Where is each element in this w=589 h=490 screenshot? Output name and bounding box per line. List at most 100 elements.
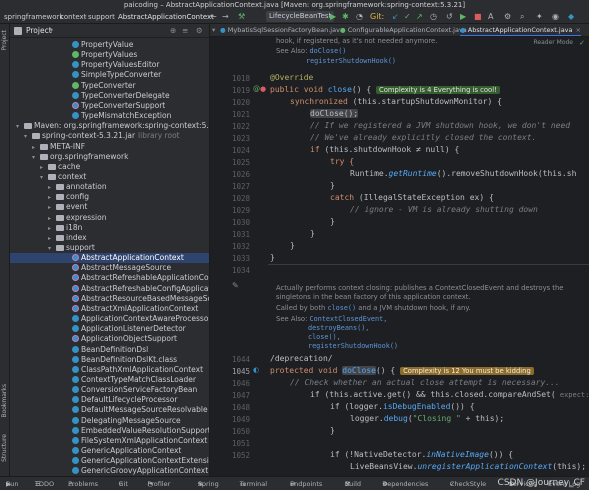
tree-item[interactable]: TypeConverterDelegate: [10, 91, 209, 101]
tree-item[interactable]: DefaultLifecycleProcessor: [10, 395, 209, 405]
tree-item[interactable]: ▸ expression: [10, 213, 209, 223]
tree-item[interactable]: ▸ annotation: [10, 182, 209, 192]
tree-item[interactable]: ▸ META-INF: [10, 142, 209, 152]
git-push-icon[interactable]: ↗: [416, 10, 423, 23]
tree-item[interactable]: AbstractRefreshableConfigApplicationCont…: [10, 284, 209, 294]
tree-item[interactable]: EmbeddedValueResolutionSupport: [10, 426, 209, 436]
code-editor[interactable]: hook, if registered, as it's not needed …: [268, 37, 589, 476]
doc-link[interactable]: ContextClosedEvent,: [310, 315, 388, 323]
tree-item[interactable]: ApplicationListenerDetector: [10, 324, 209, 334]
tab-overflow-icon[interactable]: ▾: [212, 24, 215, 36]
tree-item[interactable]: ApplicationContextAwareProcessor: [10, 314, 209, 324]
git-label-icon[interactable]: Git:: [370, 10, 384, 23]
doc-link[interactable]: registerShutdownHook(): [306, 57, 396, 66]
ide-logo-icon[interactable]: ◆: [568, 10, 574, 23]
tree-item[interactable]: ConversionServiceFactoryBean: [10, 385, 209, 395]
breakpoint-icon[interactable]: ●: [260, 85, 266, 93]
translate-icon[interactable]: A: [488, 10, 493, 23]
target-icon[interactable]: ⊕: [170, 24, 176, 38]
tree-item[interactable]: TypeMismatchException: [10, 111, 209, 121]
tree-item[interactable]: ▾ Maven: org.springframework:spring-conte…: [10, 121, 209, 131]
tree-item[interactable]: ▾ spring-context-5.3.21.jar library root: [10, 131, 209, 141]
breadcrumb-0[interactable]: springframework: [4, 10, 64, 23]
settings-icon[interactable]: ⚙: [504, 10, 511, 23]
project-tool-tab[interactable]: Project: [1, 30, 8, 51]
collapse-icon[interactable]: ≡: [182, 24, 188, 38]
line-number: 1031: [231, 230, 250, 239]
tree-item[interactable]: PropertyValues: [10, 50, 209, 60]
tab-abstract-app-context[interactable]: ● AbstractApplicationContext.java ×: [460, 24, 581, 36]
close-icon[interactable]: ×: [576, 26, 581, 34]
search-icon[interactable]: ⌕: [520, 10, 524, 23]
tree-item[interactable]: PropertyValuesEditor: [10, 60, 209, 70]
implementation-marker-icon[interactable]: ◐: [253, 366, 259, 374]
back-icon[interactable]: ←: [210, 10, 217, 23]
reader-mode-toggle[interactable]: Reader Mode: [534, 39, 574, 46]
tree-item[interactable]: DefaultMessageSourceResolvable: [10, 405, 209, 415]
rollback-icon[interactable]: ↺: [446, 10, 453, 23]
tree-item[interactable]: TypeConverter: [10, 81, 209, 91]
tree-item[interactable]: ContextTypeMatchClassLoader: [10, 375, 209, 385]
git-commit-icon[interactable]: ✓: [404, 10, 411, 23]
debug-icon[interactable]: ✱: [342, 10, 349, 23]
tree-item[interactable]: ▾ support: [10, 243, 209, 253]
override-marker-icon[interactable]: @: [253, 85, 260, 93]
tree-item[interactable]: GenericApplicationContext: [10, 446, 209, 456]
tree-item[interactable]: AbstractApplicationContext: [10, 253, 209, 264]
folder-icon: [56, 194, 64, 201]
tab-configurable[interactable]: ● ConfigurableApplicationContext.java: [340, 24, 467, 36]
gear-icon[interactable]: ⚙: [196, 24, 203, 38]
project-panel-title[interactable]: Project: [26, 24, 52, 38]
doc-link[interactable]: close(): [327, 304, 356, 312]
doc-link[interactable]: close(),: [308, 333, 341, 342]
class-icon: [72, 436, 79, 444]
bookmarks-tool-tab[interactable]: Bookmarks: [1, 384, 8, 418]
breadcrumb-1[interactable]: context: [60, 10, 86, 23]
tree-item[interactable]: ▾ context: [10, 172, 209, 182]
tree-item[interactable]: ▸ config: [10, 192, 209, 202]
tree-item[interactable]: ▸ index: [10, 233, 209, 243]
tree-item[interactable]: SimpleTypeConverter: [10, 70, 209, 80]
tree-item[interactable]: ▾ org.springframework: [10, 152, 209, 162]
history-icon[interactable]: ◷: [430, 10, 437, 23]
code-line-1048: if (logger.isDebugEnabled()) {: [330, 402, 475, 411]
run-icon[interactable]: ▶: [330, 10, 336, 23]
code-line-1030: }: [330, 217, 335, 226]
run-config-select[interactable]: LifecycleBeanTest: [266, 11, 335, 22]
tree-item[interactable]: FileSystemXmlApplicationContext: [10, 436, 209, 446]
edit-doc-icon[interactable]: ✎: [232, 281, 239, 290]
tree-item[interactable]: ▸ cache: [10, 162, 209, 172]
doc-link[interactable]: doClose(): [310, 47, 347, 55]
tab-mybatis[interactable]: ● MybatisSqlSessionFactoryBean.java: [220, 24, 344, 36]
tree-item[interactable]: GenericGroovyApplicationContext: [10, 466, 209, 476]
breadcrumb-3[interactable]: AbstractApplicationContext: [118, 10, 214, 23]
doc-link[interactable]: destroyBeans(),: [308, 324, 369, 333]
structure-tool-tab[interactable]: Structure: [1, 434, 8, 462]
tree-item[interactable]: AbstractMessageSource: [10, 263, 209, 273]
tree-item[interactable]: AbstractRefreshableApplicationContext: [10, 273, 209, 283]
play-icon[interactable]: ▶: [460, 10, 466, 23]
tree-item[interactable]: PropertyValue: [10, 40, 209, 50]
profile-icon[interactable]: ◔: [356, 10, 363, 23]
tree-item[interactable]: AbstractResourceBasedMessageSource: [10, 294, 209, 304]
tree-item[interactable]: TypeConverterSupport: [10, 101, 209, 111]
tree-item[interactable]: ▸ event: [10, 202, 209, 212]
user-icon[interactable]: ◉: [552, 10, 559, 23]
plugin-icon[interactable]: ✦: [536, 10, 543, 23]
stop-icon[interactable]: ■: [474, 10, 482, 23]
build-hammer-icon[interactable]: ⚒: [238, 10, 245, 23]
tree-item[interactable]: BeanDefinitionDsl: [10, 345, 209, 355]
tree-item[interactable]: AbstractXmlApplicationContext: [10, 304, 209, 314]
breadcrumb-2[interactable]: support: [88, 10, 115, 23]
forward-icon[interactable]: →: [222, 10, 229, 23]
chevron-down-icon[interactable]: ▾: [50, 24, 53, 38]
tree-item[interactable]: DelegatingMessageSource: [10, 416, 209, 426]
doc-link[interactable]: registerShutdownHook(): [308, 342, 398, 351]
tree-item[interactable]: BeanDefinitionDslKt.class: [10, 355, 209, 365]
tree-item[interactable]: GenericApplicationContextExtensions: [10, 456, 209, 466]
git-update-icon[interactable]: ↙: [392, 10, 399, 23]
line-number: 1050: [231, 427, 250, 436]
tree-item[interactable]: ApplicationObjectSupport: [10, 334, 209, 344]
tree-item[interactable]: ClassPathXmlApplicationContext: [10, 365, 209, 375]
tree-item[interactable]: ▸ i18n: [10, 223, 209, 233]
